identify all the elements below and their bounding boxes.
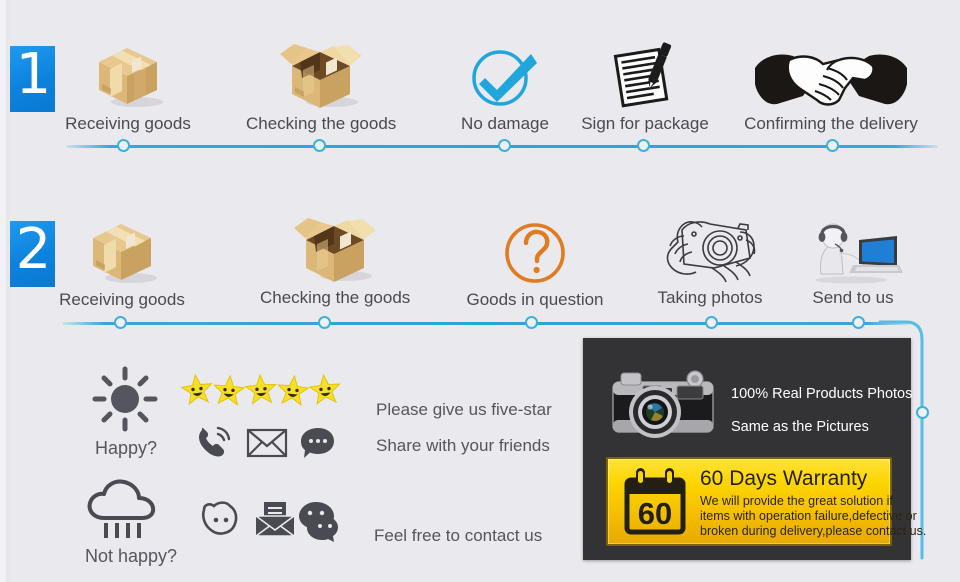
timeline-dot-2 (313, 139, 326, 152)
step-1-3-label: No damage (461, 114, 549, 133)
check-circle-icon (435, 34, 575, 110)
timeline-dot-5 (826, 139, 839, 152)
warranty-title: 60 Days Warranty (700, 467, 868, 490)
step-1-1-label: Receiving goods (65, 114, 191, 133)
photo-panel-line2: Same as the Pictures (731, 419, 869, 435)
open-box-icon (260, 208, 410, 284)
step-1-1: Receiving goods (53, 34, 203, 134)
step-1-2-label: Checking the goods (246, 114, 397, 133)
step-2-4: Taking photos (640, 208, 780, 308)
timeline-dot-3 (498, 139, 511, 152)
happy-contact-icons (194, 422, 336, 462)
step-1-5-label: Confirming the delivery (744, 114, 918, 133)
timeline-section-1 (66, 139, 938, 155)
step-2-1: Receiving goods (47, 210, 197, 310)
step-1-5: Confirming the delivery (736, 34, 926, 134)
step-2-3: Goods in question (460, 210, 610, 310)
calendar-60-icon: 60 (622, 468, 688, 536)
happy-sun-icon (88, 366, 162, 432)
not-happy-text-line1: Feel free to contact us (374, 526, 543, 545)
not-happy-rain-cloud-icon (84, 478, 168, 544)
step-2-1-label: Receiving goods (59, 290, 185, 309)
not-happy-label: Not happy? (84, 546, 178, 566)
warranty-banner: 60 60 Days Warranty We will provide the … (606, 457, 926, 546)
warranty-body-line2: items with operation failure,defective o… (700, 509, 917, 523)
happy-label: Happy? (94, 438, 158, 458)
closed-box-icon (53, 34, 203, 110)
support-agent-laptop-icon (790, 208, 916, 284)
step-2-3-label: Goods in question (466, 290, 604, 309)
section-1-badge-number: 1 (15, 42, 52, 107)
step-2-2: Checking the goods (260, 208, 410, 308)
happy-text-line2: Share with your friends (376, 436, 550, 455)
warranty-body-line3: broken during delivery,please contact us… (700, 524, 927, 538)
step-1-4: Sign for package (575, 34, 715, 134)
step-2-5-label: Send to us (812, 288, 894, 307)
not-happy-contact-icons (196, 498, 342, 542)
step-2-2-label: Checking the goods (260, 288, 411, 307)
open-box-icon (246, 34, 396, 110)
handshake-icon (736, 34, 926, 110)
step-1-3: No damage (435, 34, 575, 134)
happy-text-line1: Please give us five-star (376, 400, 552, 419)
step-1-4-label: Sign for package (581, 114, 709, 133)
timeline-dot-2 (318, 316, 331, 329)
step-2-5: Send to us (790, 208, 916, 308)
warranty-body-line1: We will provide the great solution if (700, 494, 893, 508)
photo-promo-panel: 100% Real Products Photos Same as the Pi… (583, 338, 926, 560)
timeline-dot-3 (525, 316, 538, 329)
timeline-dot-1 (114, 316, 127, 329)
calendar-number: 60 (638, 496, 672, 531)
left-edge-shadow (6, 0, 9, 582)
timeline-dot-4 (637, 139, 650, 152)
timeline-dot-5 (852, 316, 865, 329)
vintage-camera-icon (607, 360, 719, 442)
promo-graphic: 1 Receiving goods Checking the goods No … (0, 0, 960, 582)
timeline-section-2 (62, 316, 924, 332)
step-1-2: Checking the goods (246, 34, 396, 134)
step-2-4-label: Taking photos (657, 288, 763, 307)
photo-panel-line1: 100% Real Products Photos (731, 386, 913, 402)
timeline-dot-1 (117, 139, 130, 152)
five-star-rating (179, 372, 342, 406)
timeline-dot-4 (705, 316, 718, 329)
section-1-badge: 1 (10, 42, 55, 112)
signing-document-icon (575, 34, 715, 110)
hands-camera-icon (640, 208, 780, 284)
question-mark-circle-icon (460, 210, 610, 286)
timeline-tail-dot (916, 406, 929, 419)
timeline-bar (62, 322, 910, 325)
closed-box-icon (47, 210, 197, 286)
